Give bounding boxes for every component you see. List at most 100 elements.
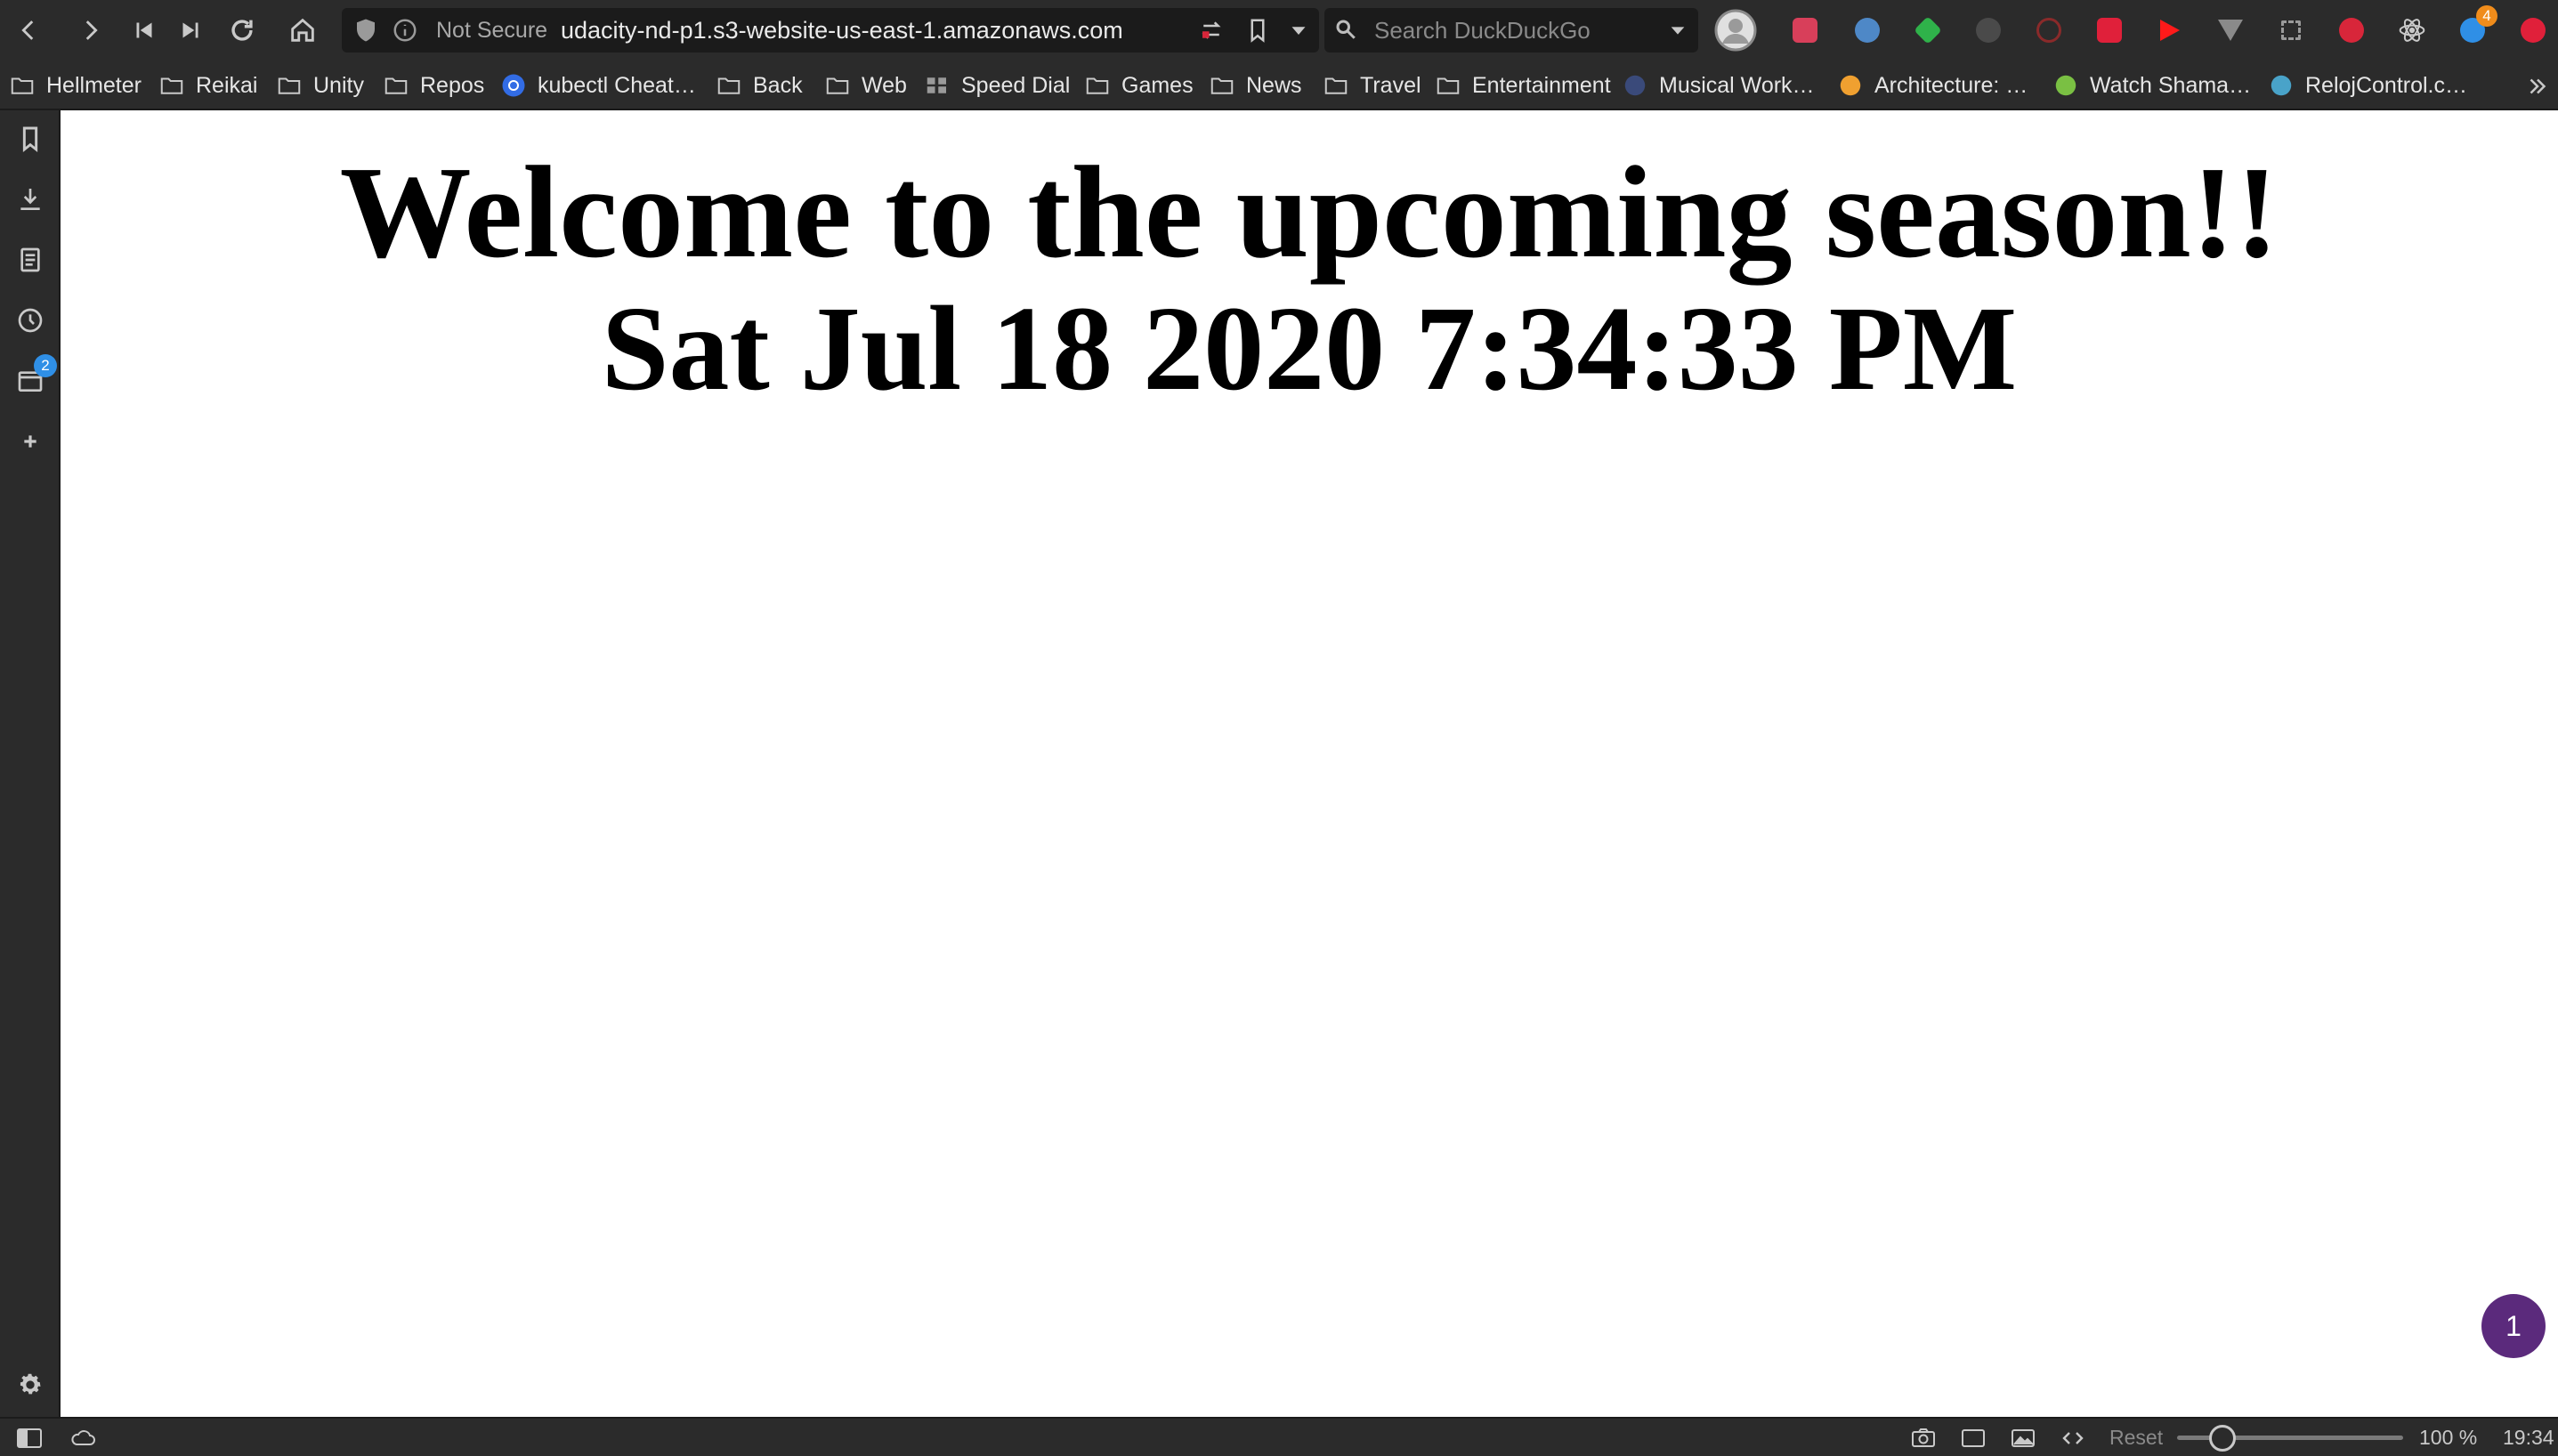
panel-history-button[interactable]	[12, 303, 48, 338]
panel-downloads-button[interactable]	[12, 182, 48, 217]
bookmarks-bar: Hellmeter Reikai Unity Repos kubectl Cheat… B…	[0, 61, 2558, 110]
site-favicon-icon	[2271, 75, 2292, 96]
cloud-sync-icon[interactable]	[69, 1426, 96, 1451]
double-chevron-right-icon	[2530, 78, 2546, 94]
search-engine-dropdown-icon[interactable]	[1668, 20, 1688, 40]
folder-icon	[717, 77, 741, 94]
code-icon[interactable]	[2060, 1426, 2086, 1451]
bookmark-item[interactable]: Web	[824, 61, 907, 110]
grid-icon	[2281, 20, 2301, 40]
extension-6[interactable]	[2092, 12, 2127, 48]
bookmark-item[interactable]: News	[1209, 61, 1302, 110]
bookmark-item[interactable]: kubectl Cheat…	[500, 61, 696, 110]
folder-icon	[1324, 77, 1348, 94]
bookmark-item[interactable]: Unity	[276, 61, 364, 110]
extension-3[interactable]	[1910, 12, 1946, 48]
skip-forward-icon	[182, 22, 198, 38]
home-button[interactable]	[281, 9, 324, 52]
forward-button[interactable]	[69, 9, 112, 52]
extension-9[interactable]	[2273, 12, 2309, 48]
bookmark-item[interactable]: Entertainment	[1435, 61, 1611, 110]
url-text[interactable]: udacity-nd-p1.s3-website-us-east-1.amazo…	[561, 8, 1123, 53]
extension-1[interactable]	[1787, 12, 1823, 48]
bookmark-label: Watch Shama…	[2090, 72, 2252, 98]
panel-bookmarks-button[interactable]	[12, 121, 48, 157]
bookmark-item[interactable]: Hellmeter	[9, 61, 142, 110]
chevron-left-icon	[21, 20, 34, 40]
bookmark-item[interactable]: Architecture: …	[1837, 61, 2028, 110]
folder-icon	[1210, 77, 1234, 94]
folder-icon	[160, 77, 183, 94]
page-actions-icon[interactable]	[1198, 17, 1225, 44]
vue-devtools-icon	[2218, 20, 2243, 41]
window-count-badge: 2	[34, 354, 57, 377]
profile-avatar-icon	[1714, 9, 1757, 52]
zoom-slider-handle[interactable]	[2208, 1425, 2236, 1452]
tiling-icon[interactable]	[1960, 1426, 1987, 1451]
bookmark-label: Speed Dial	[961, 72, 1071, 98]
skip-back-icon	[136, 22, 152, 38]
plus-icon	[24, 435, 36, 448]
bookmark-item[interactable]: Musical Work…	[1622, 61, 1815, 110]
bookmarks-overflow-button[interactable]	[2524, 73, 2551, 100]
hexagon-icon	[1914, 16, 1942, 44]
extension-7[interactable]	[2152, 12, 2188, 48]
extension-5[interactable]	[2031, 12, 2067, 48]
bookmark-label: Hellmeter	[46, 72, 142, 98]
zoom-reset-button[interactable]: Reset	[2109, 1419, 2163, 1456]
bookmark-icon[interactable]	[1244, 17, 1271, 44]
bookmark-item[interactable]: RelojControl.c…	[2268, 61, 2467, 110]
panel-window-button[interactable]: 2	[12, 354, 57, 399]
extension-12[interactable]: 4	[2455, 5, 2497, 48]
bookmark-item[interactable]: Watch Shama…	[2052, 61, 2251, 110]
panel-toggle-icon[interactable]	[16, 1426, 43, 1451]
extension-11[interactable]	[2394, 12, 2430, 48]
extension-13[interactable]	[2515, 12, 2551, 48]
fast-forward-ext-icon	[2097, 18, 2122, 43]
extension-4[interactable]	[1971, 12, 2006, 48]
address-bar[interactable]: Not Secure udacity-nd-p1.s3-website-us-e…	[342, 8, 1319, 53]
extension-8[interactable]	[2213, 12, 2248, 48]
extension-10[interactable]	[2334, 12, 2369, 48]
site-favicon-icon	[1624, 75, 1646, 96]
profile-button[interactable]	[1714, 9, 1757, 52]
panel-notes-button[interactable]	[12, 242, 48, 278]
camera-icon[interactable]	[1910, 1426, 1937, 1451]
fastforward-button[interactable]	[169, 9, 212, 52]
folder-icon	[385, 77, 408, 94]
sync-icon	[1855, 18, 1880, 43]
bookmark-label: Games	[1121, 72, 1194, 98]
reload-button[interactable]	[221, 9, 263, 52]
zoom-level[interactable]: 100 %	[2419, 1419, 2477, 1456]
reload-icon	[231, 20, 253, 41]
bookmark-label: Architecture: …	[1874, 72, 2028, 98]
bookmark-item[interactable]: Repos	[383, 61, 484, 110]
bookmark-item[interactable]: Games	[1084, 61, 1194, 110]
floating-count-button[interactable]: 1	[2481, 1294, 2546, 1358]
extension-2[interactable]	[1850, 12, 1885, 48]
bookmark-label: Repos	[420, 72, 485, 98]
info-icon[interactable]	[392, 17, 418, 44]
images-icon[interactable]	[2010, 1426, 2036, 1451]
folder-icon	[1437, 77, 1460, 94]
bookmark-label: Musical Work…	[1659, 72, 1815, 98]
download-icon	[20, 189, 40, 210]
settings-button[interactable]	[12, 1367, 48, 1403]
bookmark-item[interactable]: Reikai	[158, 61, 257, 110]
history-dropdown-icon[interactable]	[1285, 17, 1312, 44]
web-page: Welcome to the upcoming season!! Sat Jul…	[61, 110, 2558, 1417]
bookmark-item[interactable]: Back	[716, 61, 803, 110]
react-devtools-icon	[2399, 19, 2425, 42]
chevron-right-icon	[85, 20, 98, 40]
side-panel: 2	[0, 110, 61, 1417]
bookmark-icon	[22, 126, 38, 153]
bookmark-item[interactable]: Travel	[1323, 61, 1421, 110]
rewind-button[interactable]	[123, 9, 166, 52]
search-bar[interactable]: Search DuckDuckGo	[1324, 8, 1698, 53]
panel-add-button[interactable]	[12, 424, 48, 459]
back-button[interactable]	[7, 9, 50, 52]
bookmark-label: News	[1246, 72, 1302, 98]
youtube-icon	[2160, 20, 2180, 41]
shield-icon[interactable]	[352, 17, 379, 44]
bookmark-item[interactable]: Speed Dial	[924, 61, 1070, 110]
